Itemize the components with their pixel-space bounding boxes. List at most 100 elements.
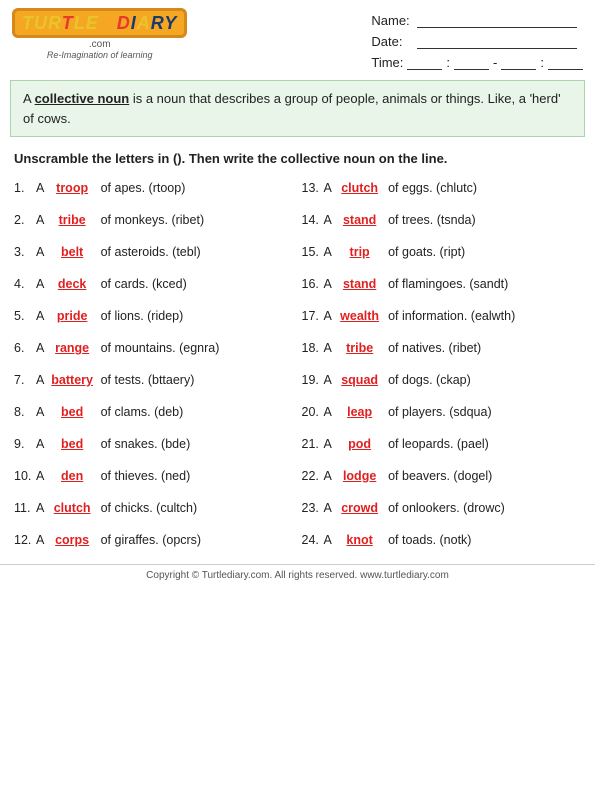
question-suffix: of clams. (deb) xyxy=(97,405,183,419)
logo: TURTLE DIARY xyxy=(12,8,187,38)
question-number: 9. xyxy=(14,434,36,454)
answer: clutch xyxy=(338,178,382,198)
answer: deck xyxy=(50,274,94,294)
answer: trip xyxy=(338,242,382,262)
date-line xyxy=(417,33,577,49)
question-number: 4. xyxy=(14,274,36,294)
question-prefix: A xyxy=(324,245,335,259)
header: TURTLE DIARY .com Re-Imagination of lear… xyxy=(0,0,595,74)
time-dash: - xyxy=(493,55,497,70)
name-line xyxy=(417,12,577,28)
name-label: Name: xyxy=(371,13,411,28)
question-text: A stand of flamingoes. (sandt) xyxy=(324,274,582,294)
question-suffix: of cards. (kced) xyxy=(97,277,187,291)
question-number: 18. xyxy=(302,338,324,358)
question-suffix: of monkeys. (ribet) xyxy=(97,213,204,227)
question-suffix: of natives. (ribet) xyxy=(385,341,482,355)
answer: leap xyxy=(338,402,382,422)
answer: den xyxy=(50,466,94,486)
question-item: 2.A tribe of monkeys. (ribet) xyxy=(10,204,298,236)
question-text: A knot of toads. (notk) xyxy=(324,530,582,550)
answer: range xyxy=(50,338,94,358)
answer: bed xyxy=(50,402,94,422)
question-text: A clutch of eggs. (chlutc) xyxy=(324,178,582,198)
time-label: Time: xyxy=(371,55,403,70)
definition-intro: A xyxy=(23,91,35,106)
question-item: 14.A stand of trees. (tsnda) xyxy=(298,204,586,236)
question-text: A range of mountains. (egnra) xyxy=(36,338,294,358)
question-suffix: of trees. (tsnda) xyxy=(385,213,476,227)
answer: lodge xyxy=(338,466,382,486)
date-label: Date: xyxy=(371,34,411,49)
question-suffix: of tests. (bttaery) xyxy=(97,373,194,387)
question-item: 21.A pod of leopards. (pael) xyxy=(298,428,586,460)
question-item: 10.A den of thieves. (ned) xyxy=(10,460,298,492)
question-prefix: A xyxy=(324,213,335,227)
question-prefix: A xyxy=(324,533,335,547)
answer: belt xyxy=(50,242,94,262)
question-item: 13.A clutch of eggs. (chlutc) xyxy=(298,172,586,204)
question-suffix: of eggs. (chlutc) xyxy=(385,181,477,195)
question-text: A corps of giraffes. (opcrs) xyxy=(36,530,294,550)
answer: clutch xyxy=(50,498,94,518)
name-fields: Name: Date: Time: : - : xyxy=(371,8,583,70)
question-suffix: of players. (sdqua) xyxy=(385,405,492,419)
question-item: 9.A bed of snakes. (bde) xyxy=(10,428,298,460)
question-number: 21. xyxy=(302,434,324,454)
question-text: A wealth of information. (ealwth) xyxy=(324,306,582,326)
time-line-2 xyxy=(454,54,489,70)
question-text: A stand of trees. (tsnda) xyxy=(324,210,582,230)
question-prefix: A xyxy=(324,469,335,483)
question-suffix: of dogs. (ckap) xyxy=(385,373,471,387)
question-prefix: A xyxy=(36,437,47,451)
question-number: 19. xyxy=(302,370,324,390)
question-text: A den of thieves. (ned) xyxy=(36,466,294,486)
question-suffix: of leopards. (pael) xyxy=(385,437,489,451)
definition-box: A collective noun is a noun that describ… xyxy=(10,80,585,137)
question-item: 3.A belt of asteroids. (tebl) xyxy=(10,236,298,268)
answer: knot xyxy=(338,530,382,550)
question-text: A tribe of monkeys. (ribet) xyxy=(36,210,294,230)
question-prefix: A xyxy=(36,277,47,291)
question-number: 2. xyxy=(14,210,36,230)
question-text: A deck of cards. (kced) xyxy=(36,274,294,294)
question-text: A troop of apes. (rtoop) xyxy=(36,178,294,198)
question-number: 20. xyxy=(302,402,324,422)
time-line-1 xyxy=(407,54,442,70)
instructions: Unscramble the letters in (). Then write… xyxy=(0,143,595,170)
question-number: 7. xyxy=(14,370,36,390)
question-item: 15.A trip of goats. (ript) xyxy=(298,236,586,268)
question-prefix: A xyxy=(324,181,335,195)
question-prefix: A xyxy=(36,533,47,547)
question-prefix: A xyxy=(36,245,47,259)
question-suffix: of flamingoes. (sandt) xyxy=(385,277,509,291)
question-number: 6. xyxy=(14,338,36,358)
answer: battery xyxy=(50,370,94,390)
question-text: A bed of snakes. (bde) xyxy=(36,434,294,454)
logo-dotcom: .com xyxy=(89,39,111,50)
question-item: 7.A battery of tests. (bttaery) xyxy=(10,364,298,396)
questions-area: 1.A troop of apes. (rtoop)2.A tribe of m… xyxy=(0,170,595,558)
question-text: A lodge of beavers. (dogel) xyxy=(324,466,582,486)
question-item: 20.A leap of players. (sdqua) xyxy=(298,396,586,428)
question-number: 1. xyxy=(14,178,36,198)
question-suffix: of onlookers. (drowc) xyxy=(385,501,505,515)
time-row: Time: : - : xyxy=(371,54,583,70)
question-number: 23. xyxy=(302,498,324,518)
answer: bed xyxy=(50,434,94,454)
question-prefix: A xyxy=(324,437,335,451)
answer: corps xyxy=(50,530,94,550)
question-number: 13. xyxy=(302,178,324,198)
question-item: 1.A troop of apes. (rtoop) xyxy=(10,172,298,204)
question-prefix: A xyxy=(324,309,335,323)
definition-term: collective noun xyxy=(35,91,130,106)
question-number: 3. xyxy=(14,242,36,262)
question-item: 19.A squad of dogs. (ckap) xyxy=(298,364,586,396)
question-suffix: of asteroids. (tebl) xyxy=(97,245,201,259)
question-item: 12.A corps of giraffes. (opcrs) xyxy=(10,524,298,556)
question-prefix: A xyxy=(36,341,47,355)
answer: stand xyxy=(338,274,382,294)
answer: wealth xyxy=(338,306,382,326)
question-prefix: A xyxy=(324,405,335,419)
question-text: A tribe of natives. (ribet) xyxy=(324,338,582,358)
